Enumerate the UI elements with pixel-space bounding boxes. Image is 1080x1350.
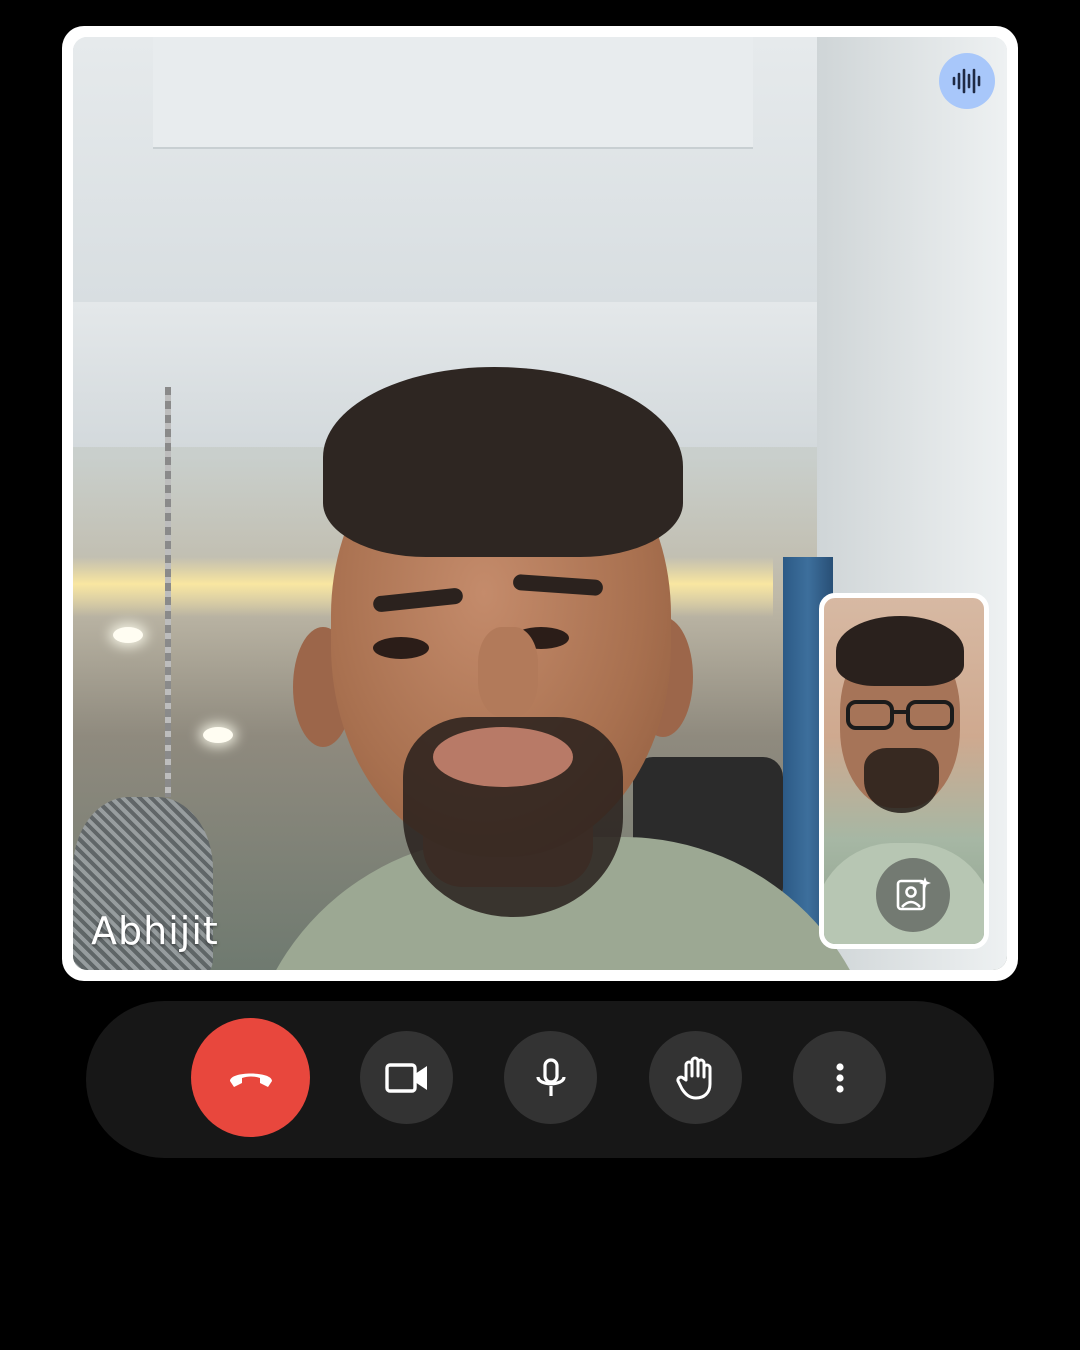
audio-wave-icon [952, 68, 981, 94]
glasses-shape [846, 700, 954, 730]
remote-video-feed[interactable]: Abhijit [73, 37, 1007, 970]
main-video-card: Abhijit [62, 26, 1018, 981]
mic-icon [535, 1057, 566, 1096]
hand-icon [675, 1056, 711, 1099]
phone-hangup-icon [229, 1073, 272, 1087]
camera-toggle-button[interactable] [360, 1031, 453, 1124]
end-call-button[interactable] [191, 1018, 310, 1137]
raise-hand-button[interactable] [649, 1031, 742, 1124]
visual-effects-button[interactable] [876, 858, 950, 932]
speaking-indicator [939, 53, 995, 109]
more-vert-icon [835, 1062, 844, 1093]
self-view-tile[interactable] [819, 593, 989, 949]
video-call-screen: Abhijit [0, 0, 1080, 1350]
call-control-bar [86, 1001, 994, 1158]
microphone-toggle-button[interactable] [504, 1031, 597, 1124]
videocam-icon [384, 1062, 427, 1093]
more-options-button[interactable] [793, 1031, 886, 1124]
portrait-sparkle-icon [896, 877, 931, 911]
participant-name-label: Abhijit [91, 909, 219, 953]
